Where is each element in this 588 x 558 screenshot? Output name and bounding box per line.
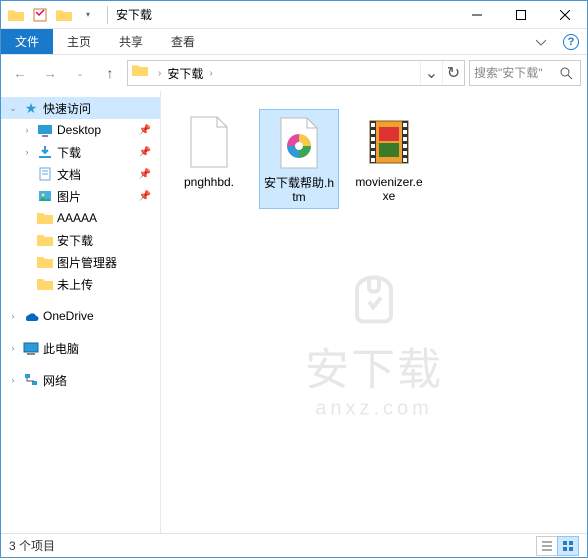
details-view-button[interactable] [536,536,558,556]
help-button[interactable]: ? [563,34,579,50]
address-dropdown-icon[interactable]: ⌄ [420,61,442,85]
tree-label: 图片 [57,188,81,205]
watermark-url: anxz.com [305,398,443,421]
tree-label: 下载 [57,144,81,161]
pin-icon: 📌 [136,187,154,205]
chevron-right-icon[interactable]: › [7,343,19,353]
documents-icon [36,165,54,183]
close-button[interactable] [543,1,587,29]
explorer-body: ⌄ ★ 快速访问 › Desktop 📌 › 下载 📌 文档 📌 图片 📌 [1,91,587,533]
blank-file-icon [179,113,239,171]
chevron-right-icon[interactable]: › [7,311,19,321]
search-box[interactable] [469,60,581,86]
pin-icon: 📌 [136,143,154,161]
file-tab[interactable]: 文件 [1,29,53,54]
up-button[interactable]: ↑ [97,60,123,86]
computer-icon [22,339,40,357]
recent-dropdown-icon[interactable]: ⌄ [67,60,93,86]
star-icon: ★ [22,99,40,117]
window-buttons [455,1,587,29]
tree-quick-access[interactable]: ⌄ ★ 快速访问 [1,97,160,119]
tree-item-documents[interactable]: 文档 📌 [1,163,160,185]
tree-label: 网络 [43,372,67,389]
tab-view[interactable]: 查看 [157,29,209,54]
tree-label: AAAAA [57,211,97,225]
status-bar: 3 个项目 [1,533,587,557]
tree-label: 未上传 [57,276,93,293]
folder-icon-small [53,4,75,26]
file-item[interactable]: 安下载帮助.htm [259,109,339,209]
pictures-icon [36,187,54,205]
tree-item-pictures[interactable]: 图片 📌 [1,185,160,207]
folder-icon [36,209,54,227]
tree-item-desktop[interactable]: › Desktop 📌 [1,119,160,141]
navigation-tree[interactable]: ⌄ ★ 快速访问 › Desktop 📌 › 下载 📌 文档 📌 图片 📌 [1,91,161,533]
navigation-bar: ← → ⌄ ↑ › 安下载 › ⌄ ↻ [1,55,587,91]
folder-icon [132,63,152,83]
desktop-icon [36,121,54,139]
tree-label: 文档 [57,166,81,183]
file-name: movienizer.exe [353,175,425,203]
tree-label: 安下载 [57,232,93,249]
tree-label: 图片管理器 [57,254,117,271]
chevron-right-icon[interactable]: › [21,125,33,135]
folder-icon [36,253,54,271]
icons-view-button[interactable] [557,536,579,556]
window-title: 安下载 [112,6,455,23]
tree-onedrive[interactable]: › OneDrive [1,305,160,327]
watermark-text: 安下载 [305,334,443,398]
title-bar: ▾ 安下载 [1,1,587,29]
tree-label: 此电脑 [43,340,79,357]
tab-home[interactable]: 主页 [53,29,105,54]
ribbon-expand-icon[interactable] [527,29,555,54]
chevron-right-icon[interactable]: › [207,68,214,79]
tree-item-folder[interactable]: AAAAA [1,207,160,229]
breadcrumb-item[interactable]: 安下载 [163,65,207,82]
search-input[interactable] [470,66,554,80]
tree-item-folder[interactable]: 未上传 [1,273,160,295]
tab-share[interactable]: 共享 [105,29,157,54]
folder-icon [36,275,54,293]
chevron-right-icon[interactable]: › [156,68,163,79]
file-name: 安下载帮助.htm [264,176,334,204]
tree-item-folder[interactable]: 图片管理器 [1,251,160,273]
refresh-button[interactable]: ↻ [442,61,464,85]
minimize-button[interactable] [455,1,499,29]
qat-dropdown-icon[interactable]: ▾ [77,4,99,26]
htm-file-icon [269,114,329,172]
status-text: 3 个项目 [9,537,55,554]
quick-access-toolbar: ▾ [1,4,103,26]
file-item[interactable]: movienizer.exe [349,109,429,207]
tree-label: 快速访问 [43,100,91,117]
folder-icon [5,4,27,26]
search-icon[interactable] [554,67,578,80]
file-name: pnghhbd. [184,175,234,189]
chevron-down-icon[interactable]: ⌄ [7,103,19,114]
address-bar[interactable]: › 安下载 › ⌄ ↻ [127,60,465,86]
chevron-right-icon[interactable]: › [7,375,19,385]
pin-icon: 📌 [136,165,154,183]
tree-item-downloads[interactable]: › 下载 📌 [1,141,160,163]
divider [107,6,108,24]
onedrive-icon [22,307,40,325]
network-icon [22,371,40,389]
tree-this-pc[interactable]: › 此电脑 [1,337,160,359]
tree-label: OneDrive [43,309,94,323]
back-button[interactable]: ← [7,60,33,86]
pin-icon: 📌 [136,121,154,139]
movienizer-icon [359,113,419,171]
watermark: 安下载 anxz.com [305,266,443,421]
file-item[interactable]: pnghhbd. [169,109,249,193]
tree-item-folder[interactable]: 安下载 [1,229,160,251]
chevron-right-icon[interactable]: › [21,147,33,157]
tree-label: Desktop [57,123,101,137]
folder-icon [36,231,54,249]
ribbon-tabs: 文件 主页 共享 查看 ? [1,29,587,55]
forward-button[interactable]: → [37,60,63,86]
downloads-icon [36,143,54,161]
file-list[interactable]: pnghhbd. 安下载帮助.htm [161,91,587,533]
tree-network[interactable]: › 网络 [1,369,160,391]
maximize-button[interactable] [499,1,543,29]
properties-icon[interactable] [29,4,51,26]
